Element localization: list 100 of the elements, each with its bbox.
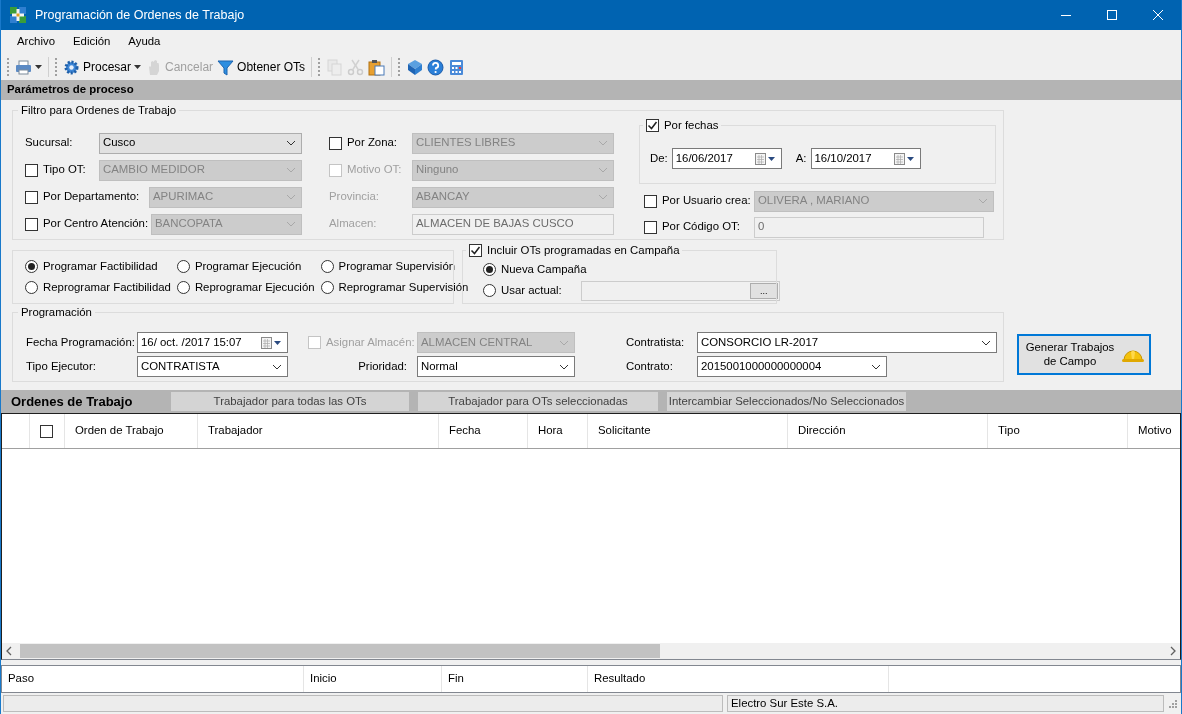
section-title: Ordenes de Trabajo — [10, 393, 134, 410]
field-label: Prioridad: — [358, 359, 407, 374]
column-header: Inicio — [304, 666, 442, 692]
radio-label: Programar Factibilidad — [43, 259, 158, 274]
column-header: Orden de Trabajo — [65, 414, 198, 448]
column-header: Motivo — [1137, 423, 1173, 439]
scroll-thumb[interactable] — [20, 644, 660, 658]
resize-grip-icon — [1168, 698, 1178, 709]
menu-item[interactable]: Ayuda — [119, 33, 170, 51]
toolbar-button[interactable]: Procesar — [61, 56, 144, 78]
radio-button[interactable] — [25, 260, 38, 273]
group-title: Incluir OTs programadas en Campaña — [487, 243, 680, 258]
toolbar-button[interactable] — [425, 56, 447, 78]
chevron-icon — [559, 363, 569, 370]
radio-button[interactable] — [176, 281, 190, 294]
chevron-icon — [978, 198, 988, 204]
calendar-icon — [754, 152, 776, 165]
book-icon — [406, 58, 424, 76]
chevron-icon — [286, 167, 296, 173]
calculator-icon — [448, 58, 466, 76]
date-field[interactable]: 16/10/2017 — [810, 148, 921, 169]
radio-button[interactable] — [320, 281, 334, 294]
field-label: Sucursal: — [25, 136, 73, 150]
column-header: Solicitante — [588, 414, 788, 448]
horizontal-scrollbar[interactable] — [2, 643, 1180, 659]
browse-button[interactable]: ... — [749, 282, 778, 299]
radio-label: Usar actual: — [501, 283, 562, 298]
field-label: Por Zona: — [347, 136, 398, 150]
action-button[interactable]: Intercambiar Seleccionados/No Seleccionados — [667, 392, 906, 411]
field-label: Provincia: — [329, 190, 379, 204]
dropdown-field[interactable]: CONSORCIO LR-2017 — [697, 332, 997, 353]
generate-button[interactable]: Generar Trabajos de Campo — [1017, 334, 1151, 375]
chevron-icon — [598, 194, 608, 200]
date-field[interactable]: 16/06/2017 — [671, 148, 782, 169]
chevron-icon — [286, 221, 296, 227]
help-icon — [427, 58, 445, 76]
status-panel: Electro Sur Este S.A. — [727, 695, 1164, 712]
field-label: Por Usuario crea: — [662, 194, 751, 208]
dropdown-field[interactable]: Normal — [417, 356, 575, 377]
radio-button[interactable] — [176, 260, 190, 273]
chevron-icon — [598, 167, 608, 173]
radio-label: Reprogramar Factibilidad — [43, 280, 171, 295]
chevron-icon — [559, 339, 569, 346]
dropdown-field[interactable]: Cusco — [99, 132, 302, 154]
checkbox[interactable] — [40, 424, 53, 438]
gear-icon — [63, 58, 80, 76]
radio-button[interactable] — [483, 284, 496, 297]
field-label: De: — [650, 151, 668, 166]
radio-button[interactable] — [25, 281, 38, 294]
column-header: Fecha — [439, 414, 528, 448]
radio-label: Programar Supervisión — [338, 259, 456, 274]
column-header: Paso — [2, 666, 304, 692]
chevron-icon — [272, 363, 282, 370]
dropdown-field[interactable]: CONTRATISTA — [137, 356, 288, 377]
chevron-icon — [286, 194, 296, 200]
maximize-icon — [1107, 10, 1117, 20]
radio-label: Nueva Campaña — [501, 262, 587, 277]
radio-label: Reprogramar Ejecución — [194, 280, 315, 295]
window-title: Programación de Ordenes de Trabajo — [35, 7, 245, 23]
column-header: Hora — [528, 414, 588, 448]
printer-icon — [15, 58, 32, 76]
field-label: A: — [795, 151, 807, 166]
group-title: Programación — [18, 305, 95, 319]
field-label: Por Departamento: — [43, 190, 140, 204]
field-label: Tipo OT: — [43, 163, 86, 177]
menu-item[interactable]: Archivo — [8, 33, 64, 51]
close-icon — [1153, 10, 1163, 20]
toolbar-button[interactable]: Obtener OTs — [215, 56, 308, 78]
radio-label: Reprogramar Supervisión — [338, 280, 469, 295]
radio-button[interactable] — [483, 263, 496, 276]
group-title: Filtro para Ordenes de Trabajo — [18, 103, 180, 117]
chevron-icon — [286, 140, 296, 146]
field-label: Contratista: — [626, 335, 685, 350]
scissors-icon — [347, 58, 365, 76]
funnel-icon — [217, 58, 235, 76]
calendar-icon — [261, 336, 282, 349]
menu-item[interactable]: Edición — [64, 33, 120, 51]
action-button[interactable]: Trabajador para OTs seleccionadas — [418, 392, 658, 411]
dropdown-field[interactable]: 2015001000000000004 — [697, 356, 887, 377]
field-label: Motivo OT: — [347, 163, 402, 177]
action-button[interactable]: Trabajador para todas las OTs — [171, 392, 409, 411]
column-header: Resultado — [588, 666, 889, 692]
date-field[interactable]: 16/ oct. /2017 15:07 — [137, 332, 288, 353]
column-header: Dirección — [788, 414, 988, 448]
calendar-icon — [893, 152, 915, 165]
field-label: Almacen: — [329, 217, 377, 231]
radio-label: Programar Ejecución — [194, 259, 302, 274]
field-label: Por Centro Atención: — [43, 217, 149, 231]
caret-icon — [35, 65, 42, 69]
field-label: Tipo Ejecutor: — [26, 359, 96, 374]
radio-button[interactable] — [320, 260, 334, 273]
text-field[interactable]: ... — [580, 280, 780, 301]
field-label: Fecha Programación: — [26, 335, 135, 350]
column-header: Fin — [442, 666, 588, 692]
group-title: Por fechas — [664, 118, 719, 133]
checkbox[interactable] — [646, 119, 659, 132]
section-header: Parámetros de proceso — [1, 80, 1181, 100]
checkbox[interactable] — [469, 244, 482, 257]
column-header: Trabajador — [198, 414, 439, 448]
field-label: Por Código OT: — [662, 220, 740, 234]
